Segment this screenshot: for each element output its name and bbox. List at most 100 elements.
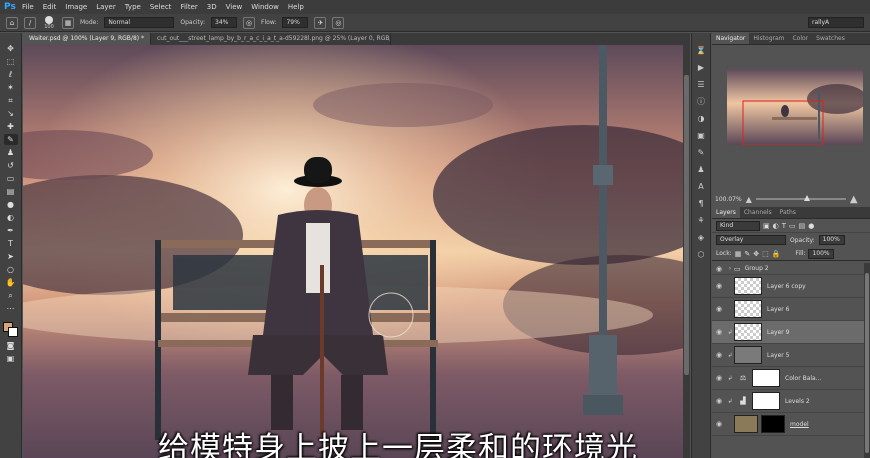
brush-preset-picker[interactable]: 100 <box>42 15 56 30</box>
layer-opacity-field[interactable]: 100% <box>818 235 845 245</box>
canvas-vertical-scrollbar[interactable] <box>683 45 690 458</box>
filter-type-icon[interactable]: T <box>782 222 786 230</box>
visibility-eye-icon[interactable]: ◉ <box>712 374 726 382</box>
brushes-panel-icon[interactable]: ✎ <box>695 147 707 159</box>
eraser-tool-icon[interactable]: ▭ <box>4 173 18 184</box>
healing-brush-tool-icon[interactable]: ✚ <box>4 121 18 132</box>
tab-street-lamp-png[interactable]: cut_out___street_lamp_by_b_r_a_c_i_a_t_a… <box>151 33 391 45</box>
menu-filter[interactable]: Filter <box>180 3 197 11</box>
navigator-preview[interactable] <box>727 69 863 145</box>
tab-histogram[interactable]: Histogram <box>749 33 788 44</box>
layer-kind-filter[interactable]: Kind <box>716 220 760 231</box>
libraries-panel-icon[interactable]: ▣ <box>695 130 707 142</box>
home-icon[interactable]: ⌂ <box>6 16 18 29</box>
menu-view[interactable]: View <box>226 3 243 11</box>
pressure-opacity-icon[interactable]: ◎ <box>243 16 256 29</box>
tab-channels[interactable]: Channels <box>740 207 776 218</box>
blend-mode-select[interactable]: Overlay <box>716 235 786 245</box>
lock-artboard-icon[interactable]: ⬚ <box>762 250 769 258</box>
marquee-tool-icon[interactable]: ⬚ <box>4 56 18 67</box>
blur-tool-icon[interactable]: ● <box>4 199 18 210</box>
menu-select[interactable]: Select <box>150 3 172 11</box>
layer-6[interactable]: ◉ Layer 6 <box>712 298 864 321</box>
background-color-swatch[interactable] <box>7 327 18 337</box>
filter-pixel-icon[interactable]: ▣ <box>763 222 770 230</box>
clone-source-panel-icon[interactable]: ♟ <box>695 164 707 176</box>
character-panel-icon[interactable]: A <box>695 181 707 193</box>
lock-all-icon[interactable]: 🔒 <box>772 250 781 258</box>
flow-field[interactable]: 79% <box>282 17 309 28</box>
filter-toggle-icon[interactable]: ● <box>808 222 814 230</box>
menu-window[interactable]: Window <box>251 3 279 11</box>
tab-navigator[interactable]: Navigator <box>712 33 750 44</box>
menu-layer[interactable]: Layer <box>96 3 116 11</box>
layers-scrollbar-thumb[interactable] <box>865 273 869 453</box>
menu-image[interactable]: Image <box>65 3 87 11</box>
dodge-tool-icon[interactable]: ◐ <box>4 212 18 223</box>
crop-tool-icon[interactable]: ⌗ <box>4 95 18 106</box>
pen-tool-icon[interactable]: ✒ <box>4 225 18 236</box>
menu-help[interactable]: Help <box>288 3 304 11</box>
tab-swatches[interactable]: Swatches <box>812 33 849 44</box>
color-swatches[interactable] <box>2 322 19 338</box>
workspace-select[interactable]: rallyA <box>808 17 864 28</box>
layers-scrollbar[interactable] <box>864 263 870 458</box>
layer-5[interactable]: ◉ ↲ Layer 5 <box>712 344 864 367</box>
layer-levels-2[interactable]: ◉ ↲ ▟ Levels 2 <box>712 390 864 413</box>
styles-panel-icon[interactable]: ◈ <box>695 232 707 244</box>
layer-mask-thumbnail[interactable] <box>752 369 780 387</box>
layer-mask-thumbnail[interactable] <box>752 392 780 410</box>
history-brush-tool-icon[interactable]: ↺ <box>4 160 18 171</box>
navigator-zoom-value[interactable]: 100.07% <box>715 196 742 203</box>
clone-stamp-tool-icon[interactable]: ♟ <box>4 147 18 158</box>
lasso-tool-icon[interactable]: ℓ <box>4 69 18 80</box>
menu-file[interactable]: File <box>22 3 34 11</box>
lock-position-icon[interactable]: ✥ <box>753 250 759 258</box>
layer-6-copy[interactable]: ◉ Layer 6 copy <box>712 275 864 298</box>
brush-settings-icon[interactable]: ▦ <box>62 16 74 29</box>
menu-type[interactable]: Type <box>125 3 141 11</box>
layer-model[interactable]: ◉ model <box>712 413 864 436</box>
visibility-eye-icon[interactable]: ◉ <box>712 328 726 336</box>
visibility-eye-icon[interactable]: ◉ <box>712 397 726 405</box>
tab-waiter-psd[interactable]: Waiter.psd @ 100% (Layer 9, RGB/8) * <box>23 33 151 45</box>
glyphs-panel-icon[interactable]: ⚘ <box>695 215 707 227</box>
layer-color-balance[interactable]: ◉ ↲ ⚖ Color Bala... <box>712 367 864 390</box>
zoom-out-icon[interactable]: ▲ <box>746 195 752 204</box>
layer-group-2[interactable]: ◉ › ▭ Group 2 <box>712 263 864 275</box>
tab-paths[interactable]: Paths <box>776 207 800 218</box>
zoom-in-icon[interactable]: ▲ <box>850 194 858 205</box>
visibility-eye-icon[interactable]: ◉ <box>712 265 726 273</box>
path-selection-tool-icon[interactable]: ➤ <box>4 251 18 262</box>
layer-9[interactable]: ◉ ↲ Layer 9 <box>712 321 864 344</box>
navigator-zoom-slider[interactable] <box>755 195 846 201</box>
screen-mode-icon[interactable]: ▣ <box>4 353 18 364</box>
hand-tool-icon[interactable]: ✋ <box>4 277 18 288</box>
menu-3d[interactable]: 3D <box>207 3 217 11</box>
zoom-tool-icon[interactable]: ⌕ <box>4 290 18 301</box>
zoom-slider-knob[interactable] <box>803 195 810 201</box>
properties-panel-icon[interactable]: ☰ <box>695 79 707 91</box>
lock-pixels-icon[interactable]: ✎ <box>744 250 750 258</box>
info-panel-icon[interactable]: ⓘ <box>695 96 707 108</box>
magic-wand-tool-icon[interactable]: ✶ <box>4 82 18 93</box>
airbrush-icon[interactable]: ✈ <box>314 16 327 29</box>
gradient-tool-icon[interactable]: ▤ <box>4 186 18 197</box>
layer-fill-field[interactable]: 100% <box>808 248 835 259</box>
filter-smart-object-icon[interactable]: ▤ <box>799 222 806 230</box>
shape-tool-icon[interactable]: ○ <box>4 264 18 275</box>
expand-chevron-icon[interactable]: › <box>726 265 734 272</box>
type-tool-icon[interactable]: T <box>4 238 18 249</box>
move-tool-icon[interactable]: ✥ <box>4 43 18 54</box>
history-panel-icon[interactable]: ⌛ <box>695 45 707 57</box>
mode-select[interactable]: Normal <box>104 17 175 28</box>
menu-edit[interactable]: Edit <box>43 3 57 11</box>
filter-adjustment-icon[interactable]: ◐ <box>773 222 779 230</box>
tab-layers[interactable]: Layers <box>712 207 740 218</box>
brush-tool-icon[interactable]: ✎ <box>3 134 18 145</box>
quick-mask-icon[interactable]: ◙ <box>4 340 18 351</box>
more-tools-icon[interactable]: ⋯ <box>4 303 18 314</box>
document-canvas[interactable]: 给模特身上披上一层柔和的环境光 <box>23 45 683 458</box>
visibility-eye-icon[interactable]: ◉ <box>712 420 726 428</box>
filter-shape-icon[interactable]: ▭ <box>789 222 796 230</box>
